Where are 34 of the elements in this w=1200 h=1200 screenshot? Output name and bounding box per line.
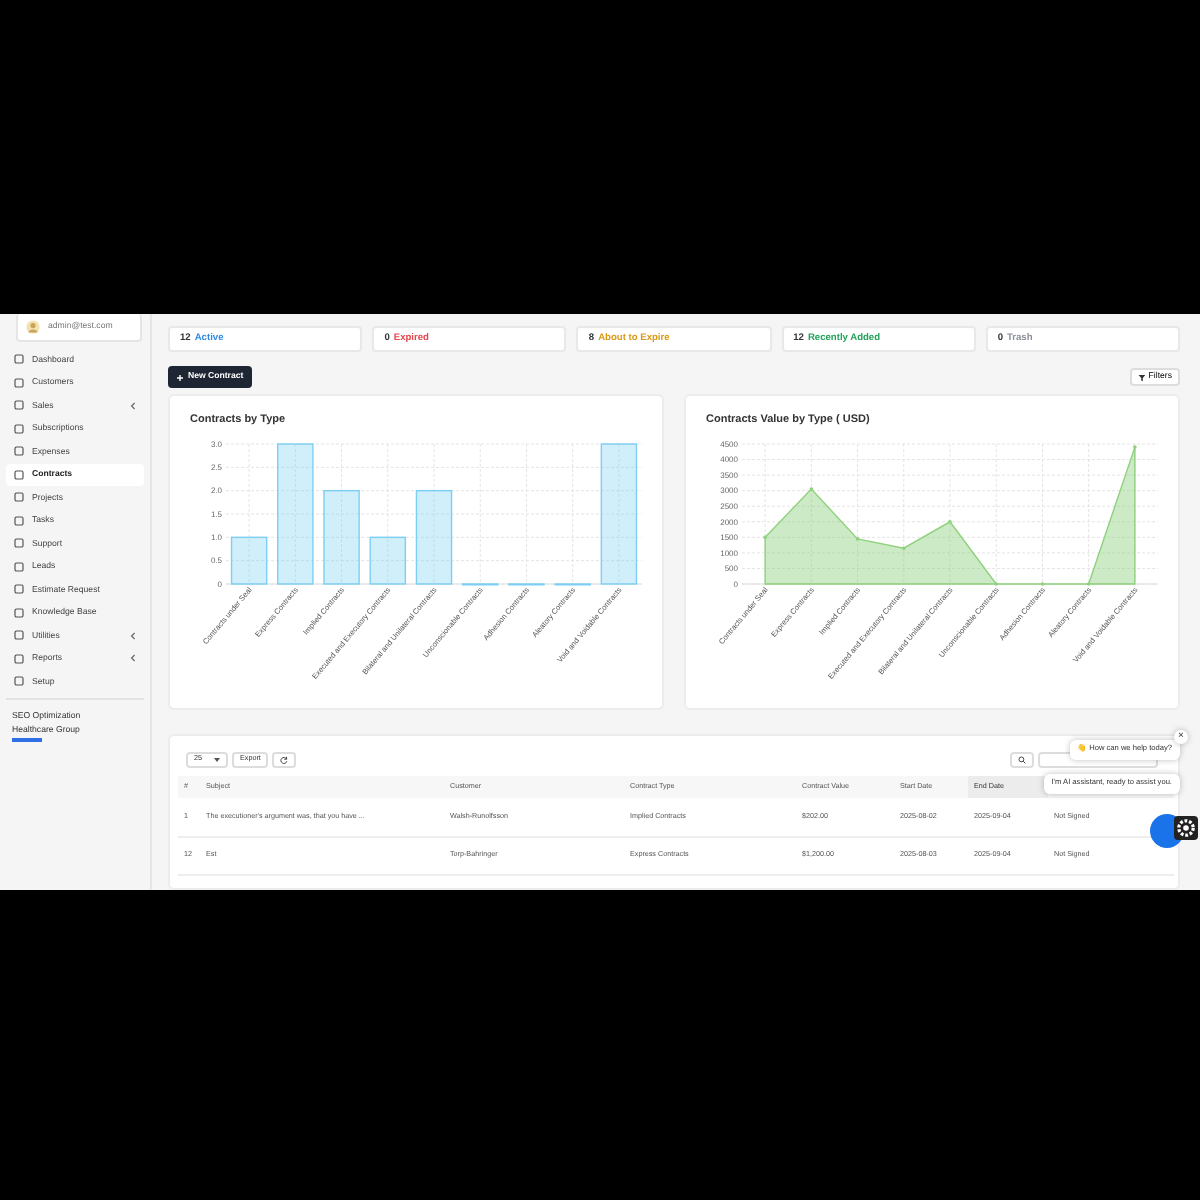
plus-icon (176, 373, 184, 381)
bar (323, 490, 360, 586)
data-point (1086, 582, 1091, 587)
search-button[interactable] (1010, 752, 1034, 768)
refresh-button[interactable] (272, 752, 297, 768)
bar (277, 443, 314, 586)
square-icon (14, 354, 24, 365)
avatar-icon (26, 320, 40, 334)
bar (369, 537, 407, 586)
square-icon (14, 377, 24, 388)
square-icon (14, 515, 24, 526)
accent-line (12, 738, 42, 742)
data-point (1040, 582, 1045, 587)
square-icon (14, 446, 24, 457)
square-icon (14, 630, 24, 641)
bar (600, 443, 638, 586)
filter-icon (1138, 373, 1147, 381)
bar (230, 537, 268, 586)
data-point (855, 537, 860, 542)
square-icon (14, 469, 24, 480)
square-icon (14, 538, 24, 549)
square-icon (14, 400, 24, 411)
data-point (809, 487, 814, 492)
bar (415, 490, 453, 586)
square-icon (14, 653, 24, 664)
search-icon (1018, 756, 1026, 764)
caret-icon (214, 758, 220, 762)
square-icon (14, 423, 24, 434)
square-icon (14, 584, 24, 595)
square-icon (14, 492, 24, 503)
refresh-icon (280, 756, 289, 764)
square-icon (14, 676, 24, 687)
square-icon (14, 607, 24, 618)
square-icon (14, 561, 24, 572)
